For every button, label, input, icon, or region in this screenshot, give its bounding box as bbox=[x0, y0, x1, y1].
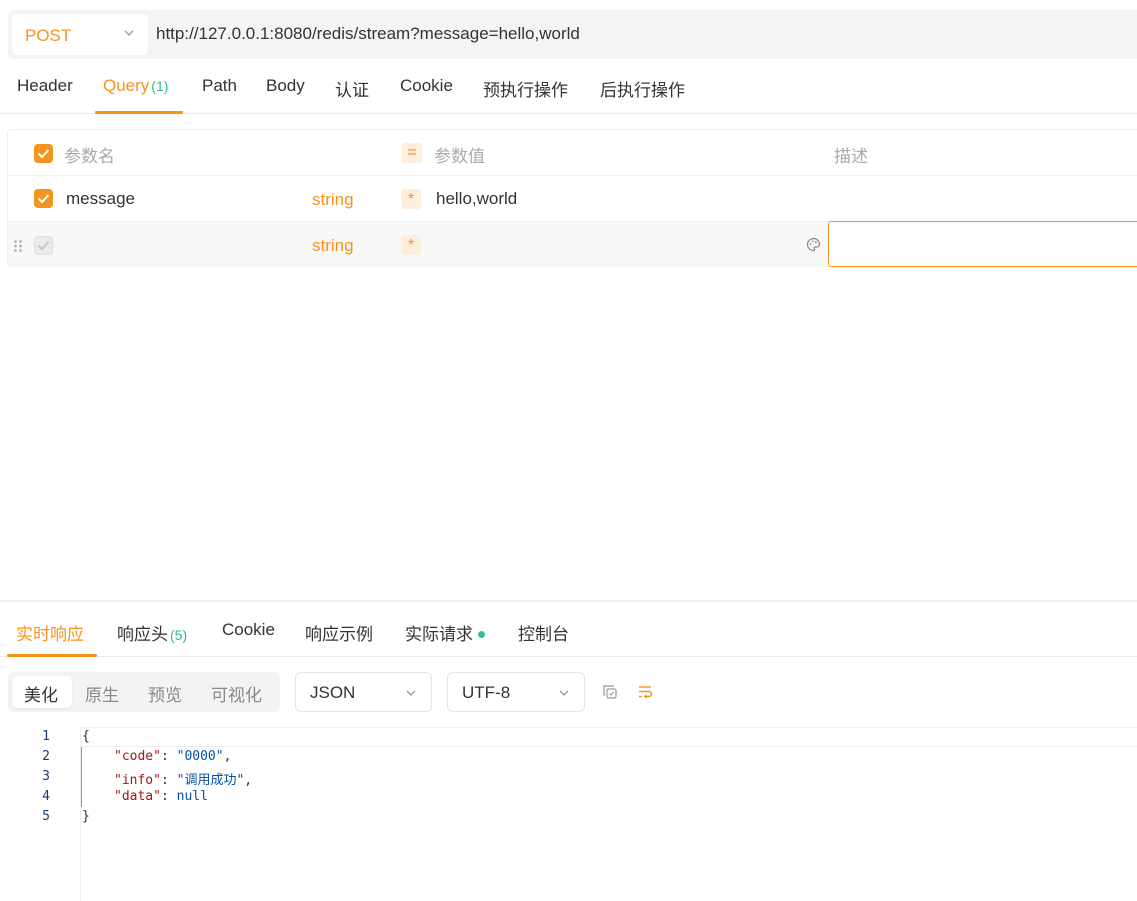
json-value: null bbox=[176, 789, 208, 804]
json-value: "调用成功" bbox=[176, 773, 245, 788]
code-current-line bbox=[80, 727, 1137, 747]
line-number: 5 bbox=[42, 809, 50, 824]
required-marker[interactable]: * bbox=[401, 235, 421, 255]
method-select[interactable]: POST bbox=[12, 14, 148, 55]
chevron-down-icon bbox=[124, 30, 134, 36]
query-params-table: 参数名 = 参数值 描述 message string * hello,worl… bbox=[7, 129, 1137, 267]
format-select-label: JSON bbox=[310, 683, 356, 702]
code-line: "data": null bbox=[114, 789, 208, 804]
line-number: 1 bbox=[42, 729, 50, 744]
json-key: "info" bbox=[114, 773, 161, 788]
code-line: } bbox=[82, 809, 90, 824]
table-row: message string * hello,world bbox=[8, 175, 1137, 221]
json-key: "code" bbox=[114, 749, 161, 764]
check-icon bbox=[37, 241, 50, 251]
copy-icon[interactable] bbox=[602, 684, 618, 700]
view-mode-segmented: 美化 原生 预览 可视化 bbox=[8, 672, 280, 712]
url-input[interactable]: http://127.0.0.1:8080/redis/stream?messa… bbox=[156, 24, 580, 44]
view-mode-visualize[interactable]: 可视化 bbox=[211, 681, 262, 706]
active-tab-indicator bbox=[7, 654, 97, 657]
code-top-border bbox=[80, 727, 1137, 728]
tab-post-script[interactable]: 后执行操作 bbox=[600, 76, 685, 101]
tab-actual-request-label: 实际请求 bbox=[405, 625, 473, 644]
status-dot bbox=[478, 631, 485, 638]
encoding-select-label: UTF-8 bbox=[462, 683, 511, 702]
tab-pre-script[interactable]: 预执行操作 bbox=[483, 76, 568, 101]
tab-query[interactable]: Query (1) bbox=[103, 76, 168, 96]
tab-response-headers-count: (5) bbox=[170, 627, 188, 643]
tab-query-count: (1) bbox=[151, 78, 169, 94]
format-select[interactable]: JSON bbox=[295, 672, 432, 712]
row-checkbox[interactable] bbox=[34, 236, 53, 255]
chevron-down-icon bbox=[406, 690, 416, 696]
word-wrap-icon[interactable] bbox=[637, 684, 653, 700]
tab-cookie[interactable]: Cookie bbox=[400, 76, 453, 96]
json-open-brace: { bbox=[82, 729, 90, 744]
tab-live-response[interactable]: 实时响应 bbox=[16, 620, 84, 645]
column-header-description: 描述 bbox=[834, 147, 868, 166]
line-number: 2 bbox=[42, 749, 50, 764]
param-description-input[interactable] bbox=[828, 221, 1137, 267]
tab-body[interactable]: Body bbox=[266, 76, 305, 96]
json-key: "data" bbox=[114, 789, 161, 804]
drag-handle-icon[interactable] bbox=[13, 239, 23, 253]
url-bar: POST http://127.0.0.1:8080/redis/stream?… bbox=[8, 10, 1137, 59]
tab-header[interactable]: Header bbox=[17, 76, 73, 96]
line-number: 3 bbox=[42, 769, 50, 784]
param-name-input[interactable]: message bbox=[66, 189, 135, 209]
column-header-value: 参数值 bbox=[434, 147, 485, 166]
json-close-brace: } bbox=[82, 809, 90, 824]
tab-query-label: Query bbox=[103, 76, 150, 95]
view-mode-preview[interactable]: 预览 bbox=[148, 681, 182, 706]
param-type-select[interactable]: string bbox=[312, 190, 354, 210]
mock-palette-icon[interactable] bbox=[806, 237, 821, 252]
view-mode-pretty[interactable]: 美化 bbox=[24, 681, 58, 706]
tab-path[interactable]: Path bbox=[202, 76, 237, 96]
active-tab-indicator bbox=[95, 111, 183, 114]
line-number: 4 bbox=[42, 789, 50, 804]
tab-auth[interactable]: 认证 bbox=[335, 76, 369, 101]
equals-icon: = bbox=[402, 143, 422, 163]
table-row: string * bbox=[8, 221, 1137, 267]
method-label: POST bbox=[25, 26, 72, 45]
encoding-select[interactable]: UTF-8 bbox=[447, 672, 585, 712]
request-tabs: Header Query (1) Path Body 认证 Cookie 预执行操… bbox=[0, 66, 1137, 114]
view-mode-raw[interactable]: 原生 bbox=[85, 681, 119, 706]
chevron-down-icon bbox=[559, 690, 569, 696]
code-line: "code": "0000", bbox=[114, 749, 232, 764]
column-header-name: 参数名 bbox=[64, 147, 115, 166]
check-icon bbox=[37, 194, 50, 204]
code-line: { bbox=[82, 729, 90, 744]
response-tabs: 实时响应 响应头 (5) Cookie 响应示例 实际请求 控制台 bbox=[0, 602, 1137, 657]
check-icon bbox=[37, 149, 50, 159]
json-value: "0000" bbox=[176, 749, 224, 764]
table-header-row: 参数名 = 参数值 描述 bbox=[8, 130, 1137, 176]
required-marker[interactable]: * bbox=[401, 189, 421, 209]
param-value-input[interactable]: hello,world bbox=[436, 189, 517, 209]
tab-response-cookie[interactable]: Cookie bbox=[222, 620, 275, 640]
code-indent-guide bbox=[81, 747, 82, 807]
row-checkbox[interactable] bbox=[34, 189, 53, 208]
tab-response-headers-label: 响应头 bbox=[117, 625, 168, 644]
tab-actual-request[interactable]: 实际请求 bbox=[405, 620, 485, 645]
param-type-select[interactable]: string bbox=[312, 236, 354, 256]
tab-response-headers[interactable]: 响应头 (5) bbox=[117, 620, 187, 645]
tab-response-example[interactable]: 响应示例 bbox=[305, 620, 373, 645]
json-comma: , bbox=[244, 773, 253, 788]
json-comma: , bbox=[223, 749, 232, 764]
code-line: "info": "调用成功", bbox=[114, 773, 253, 788]
select-all-checkbox[interactable] bbox=[34, 144, 53, 163]
tab-console[interactable]: 控制台 bbox=[518, 620, 569, 645]
